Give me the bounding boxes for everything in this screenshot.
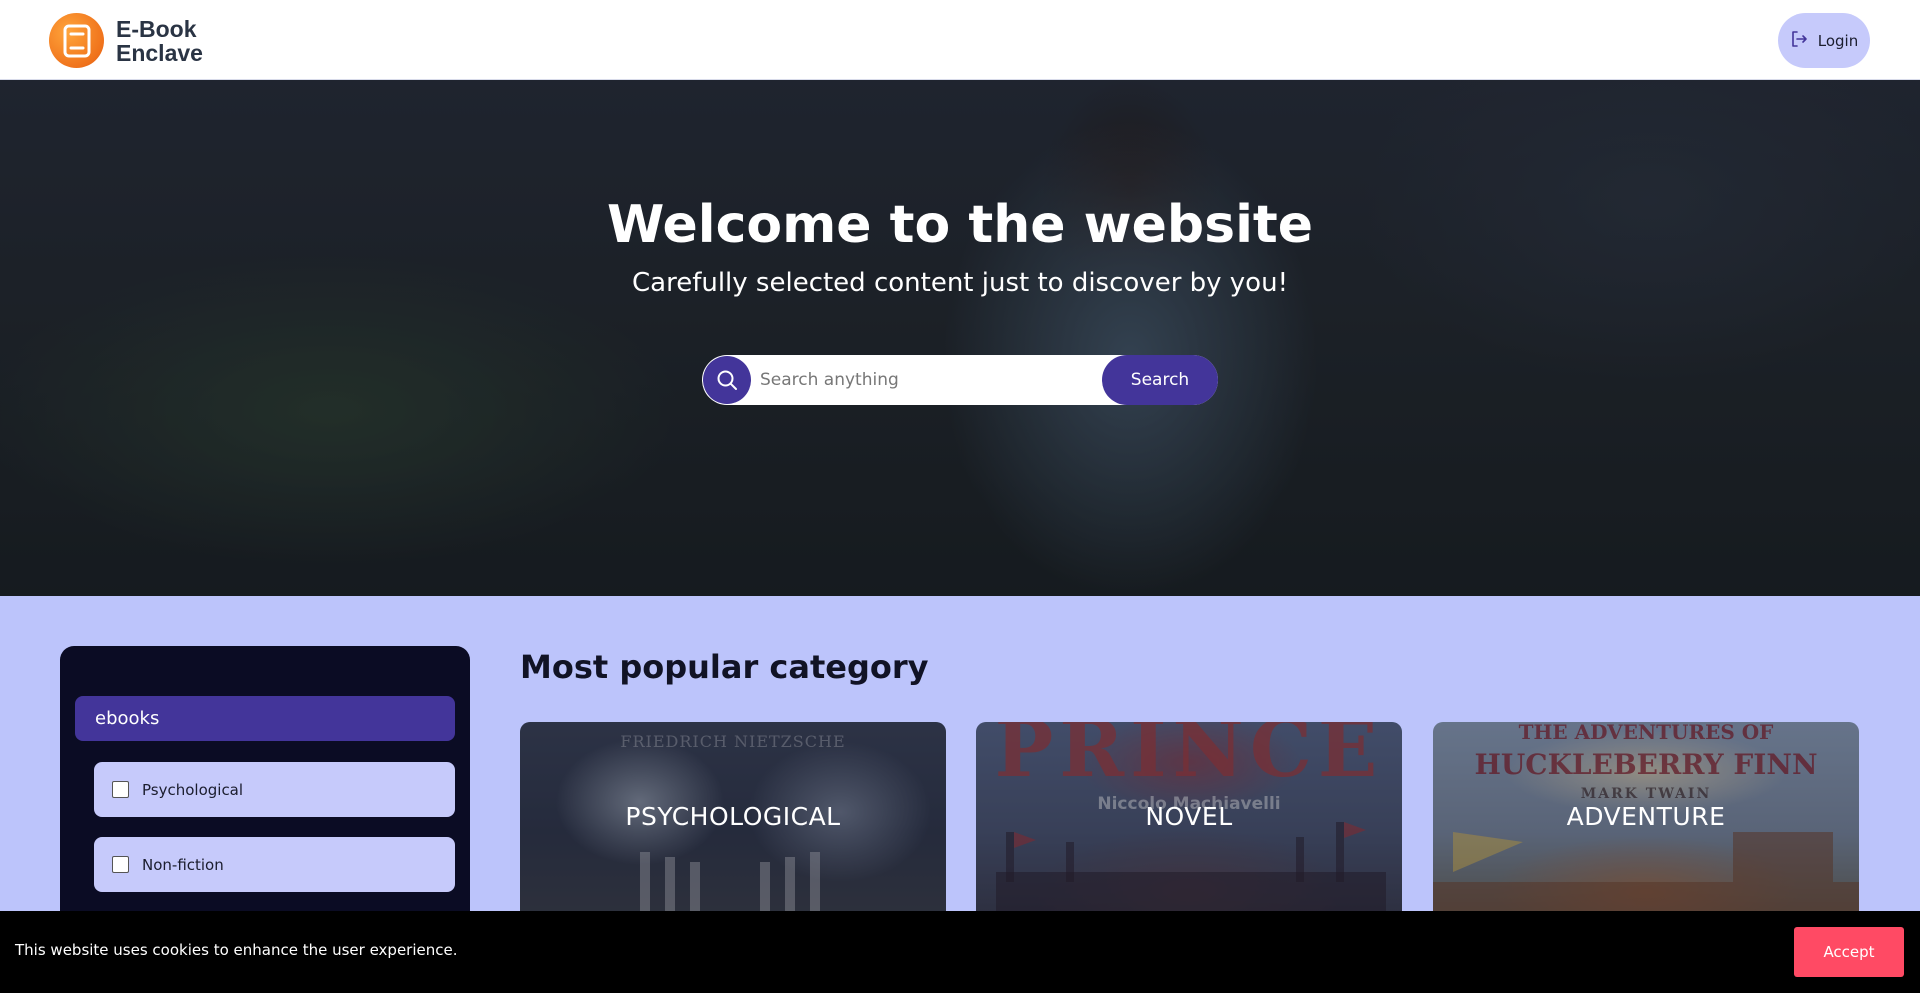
logo-line-2: Enclave: [116, 39, 203, 66]
hero-overlay: [0, 80, 1920, 596]
category-card-novel[interactable]: PRINCE Niccolo Machiavelli NOVEL: [976, 722, 1402, 922]
search-button[interactable]: Search: [1102, 355, 1218, 405]
accept-cookies-button[interactable]: Accept: [1794, 927, 1904, 977]
logo-text: E-Book Enclave: [116, 17, 203, 65]
top-header: E-Book Enclave Login: [0, 0, 1920, 80]
login-button[interactable]: Login: [1778, 13, 1870, 68]
hero-subtitle: Carefully selected content just to disco…: [632, 268, 1288, 298]
logo-line-1: E-Book: [116, 15, 197, 42]
filter-psychological[interactable]: Psychological: [94, 762, 455, 817]
cookie-text: This website uses cookies to enhance the…: [15, 941, 458, 959]
login-label: Login: [1817, 31, 1859, 50]
category-label: NOVEL: [1145, 801, 1233, 831]
logout-arrow-icon: [1790, 30, 1808, 52]
hero-title: Welcome to the website: [606, 195, 1314, 255]
hero-banner: Welcome to the website Carefully selecte…: [0, 80, 1920, 596]
category-label: ADVENTURE: [1566, 801, 1726, 831]
filter-checkbox[interactable]: [112, 781, 129, 798]
section-title: Most popular category: [520, 648, 929, 686]
search-bar: Search: [702, 355, 1218, 405]
site-logo[interactable]: E-Book Enclave: [49, 13, 203, 68]
cookie-banner: This website uses cookies to enhance the…: [0, 911, 1920, 993]
category-label: PSYCHOLOGICAL: [625, 801, 841, 831]
search-input[interactable]: [760, 355, 1090, 405]
search-icon[interactable]: [703, 356, 751, 404]
category-card-adventure[interactable]: THE ADVENTURES OF HUCKLEBERRY FINN MARK …: [1433, 722, 1859, 922]
sidebar-category-ebooks[interactable]: ebooks: [75, 696, 455, 741]
filter-label: Psychological: [142, 780, 244, 799]
category-card-psychological[interactable]: FRIEDRICH NIETZSCHE PSYCHOLOGICAL: [520, 722, 946, 922]
filter-non-fiction[interactable]: Non-fiction: [94, 837, 455, 892]
filter-checkbox[interactable]: [112, 856, 129, 873]
filter-label: Non-fiction: [142, 855, 224, 874]
book-logo-icon: [49, 13, 104, 68]
